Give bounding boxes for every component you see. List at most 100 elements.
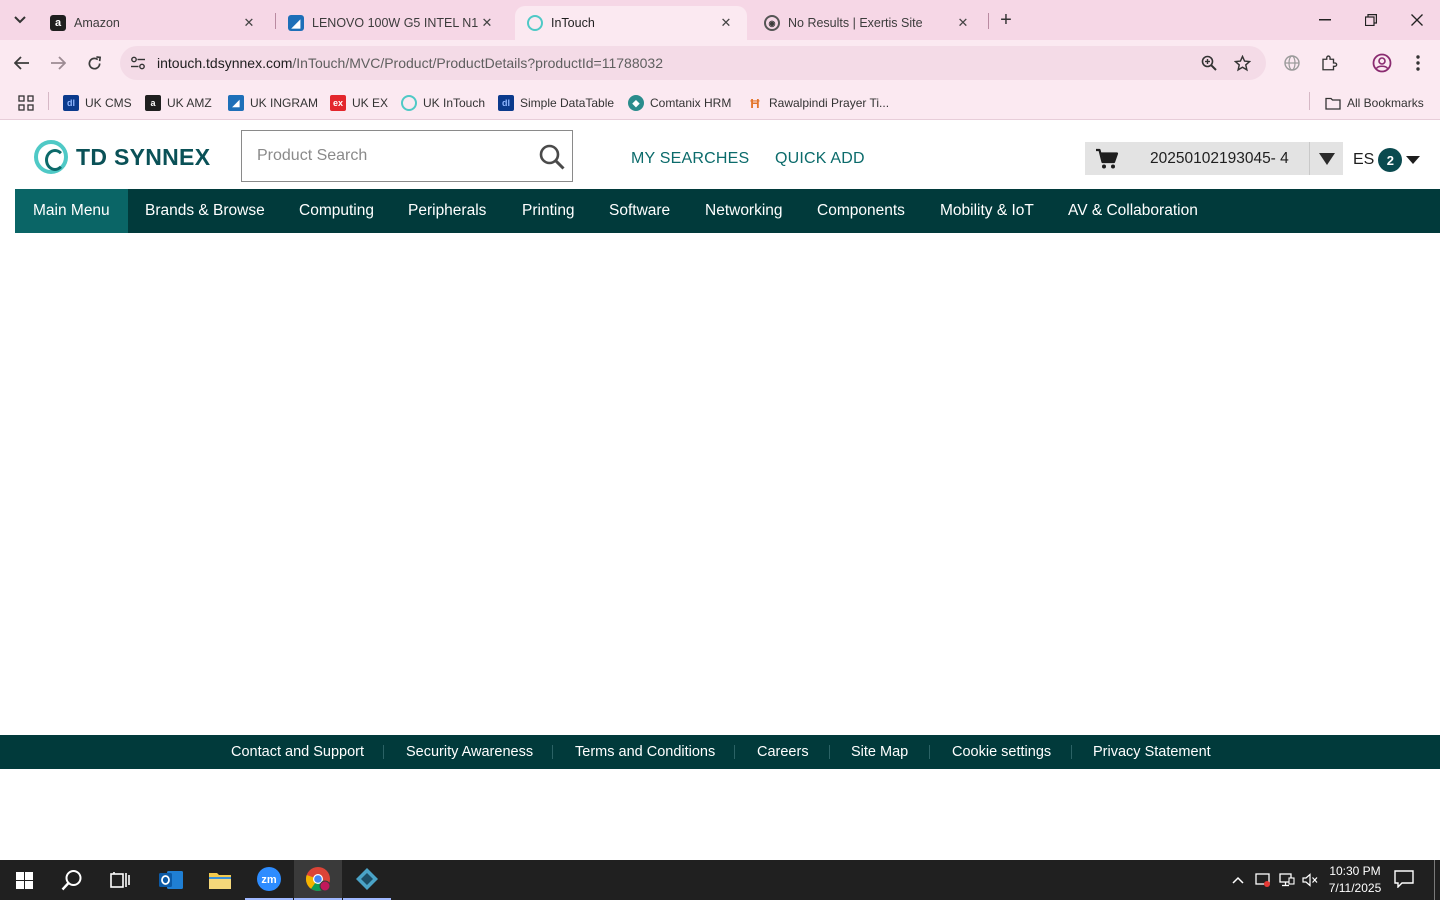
tab-title: LENOVO 100W G5 INTEL N150 <box>312 16 478 30</box>
new-tab-plus-icon[interactable]: + <box>994 8 1018 32</box>
product-search-input[interactable] <box>242 131 532 181</box>
notifications-icon[interactable] <box>1394 870 1420 890</box>
tab-amazon[interactable]: a Amazon ✕ <box>38 6 270 40</box>
bookmark-rawalpindi-prayer[interactable]: Ħ Rawalpindi Prayer Ti... <box>747 92 889 114</box>
footer-security-awareness[interactable]: Security Awareness <box>406 744 533 760</box>
show-desktop-button[interactable] <box>1434 860 1435 900</box>
zoom-icon[interactable] <box>1199 53 1219 73</box>
bookmark-uk-intouch[interactable]: UK InTouch <box>401 92 485 114</box>
footer-contact-support[interactable]: Contact and Support <box>231 744 364 760</box>
tab-search-chevron-icon[interactable] <box>6 6 34 34</box>
hrm-icon: ◆ <box>628 95 644 111</box>
tray-app-icon[interactable] <box>1255 872 1271 888</box>
file-explorer-icon[interactable] <box>196 860 244 900</box>
tab-lenovo[interactable]: ◢ LENOVO 100W G5 INTEL N150 ✕ <box>276 6 508 40</box>
amazon-icon: a <box>50 15 66 31</box>
browser-tab-strip: a Amazon ✕ ◢ LENOVO 100W G5 INTEL N150 ✕… <box>0 0 1440 40</box>
windows-start-icon[interactable] <box>0 860 48 900</box>
search-icon[interactable] <box>538 143 566 171</box>
tab-divider <box>988 13 989 29</box>
extensions-puzzle-icon[interactable] <box>1317 51 1341 75</box>
main-content-area <box>0 233 1440 735</box>
ingram-icon: ◢ <box>288 15 304 31</box>
bookmark-uk-amz[interactable]: a UK AMZ <box>145 92 212 114</box>
windows-taskbar: zm 10:30 PM 7/11/2025 <box>0 860 1440 900</box>
profile-avatar-icon[interactable] <box>1370 51 1394 75</box>
url-text[interactable]: intouch.tdsynnex.com/InTouch/MVC/Product… <box>157 55 663 71</box>
bookmark-simple-datatable[interactable]: dl Simple DataTable <box>498 92 614 114</box>
close-window-icon[interactable] <box>1394 0 1440 40</box>
bookmark-uk-ex[interactable]: ex UK EX <box>330 92 388 114</box>
shopping-cart-icon <box>1095 148 1119 170</box>
outlook-icon[interactable] <box>147 860 195 900</box>
chrome-icon[interactable] <box>294 860 342 900</box>
bookmark-star-icon[interactable] <box>1232 53 1252 73</box>
close-tab-icon[interactable]: ✕ <box>240 14 258 32</box>
footer-cookie-settings[interactable]: Cookie settings <box>952 744 1051 760</box>
nav-brands-browse[interactable]: Brands & Browse <box>145 189 265 233</box>
clock-time: 10:30 PM <box>1329 864 1381 878</box>
task-view-icon[interactable] <box>96 860 144 900</box>
footer-divider <box>383 745 384 759</box>
close-tab-icon[interactable]: ✕ <box>478 14 496 32</box>
close-tab-icon[interactable]: ✕ <box>954 14 972 32</box>
zoom-app-icon[interactable]: zm <box>245 860 293 900</box>
nav-networking[interactable]: Networking <box>705 189 783 233</box>
site-settings-icon[interactable] <box>128 53 148 73</box>
back-arrow-icon[interactable] <box>8 49 36 77</box>
footer-site-map[interactable]: Site Map <box>851 744 908 760</box>
notification-badge: 2 <box>1378 148 1403 172</box>
nav-computing[interactable]: Computing <box>299 189 374 233</box>
footer-divider <box>1071 745 1072 759</box>
cart-selector[interactable]: 20250102193045- 4 <box>1085 142 1343 175</box>
account-menu[interactable]: ES 2 <box>1353 148 1421 172</box>
show-hidden-icons-icon[interactable] <box>1230 872 1246 888</box>
nav-software[interactable]: Software <box>609 189 670 233</box>
forward-arrow-icon[interactable] <box>44 49 72 77</box>
url-host: intouch.tdsynnex.com <box>157 55 293 71</box>
amazon-icon: a <box>145 95 161 111</box>
bookmark-uk-ingram[interactable]: ◢ UK INGRAM <box>228 92 318 114</box>
apps-grid-icon[interactable] <box>18 92 34 114</box>
network-icon[interactable] <box>1279 872 1295 888</box>
cart-dropdown-caret-icon[interactable] <box>1309 142 1343 175</box>
footer-terms-conditions[interactable]: Terms and Conditions <box>575 744 715 760</box>
cart-reference: 20250102193045- 4 <box>1150 150 1289 167</box>
nav-main-menu[interactable]: Main Menu <box>15 189 128 233</box>
tab-intouch[interactable]: InTouch ✕ <box>515 6 747 40</box>
nav-av-collaboration[interactable]: AV & Collaboration <box>1068 189 1198 233</box>
taskbar-search-icon[interactable] <box>48 860 96 900</box>
address-bar[interactable]: intouch.tdsynnex.com/InTouch/MVC/Product… <box>120 46 1266 80</box>
nav-mobility-iot[interactable]: Mobility & IoT <box>940 189 1034 233</box>
my-searches-link[interactable]: MY SEARCHES <box>631 150 749 168</box>
extra-app-icon[interactable] <box>343 860 391 900</box>
footer-careers[interactable]: Careers <box>757 744 809 760</box>
bookmark-label: Comtanix HRM <box>650 96 732 110</box>
all-bookmarks-button[interactable]: All Bookmarks <box>1325 92 1424 114</box>
account-caret-icon <box>1406 156 1421 164</box>
bookmark-uk-cms[interactable]: dl UK CMS <box>63 92 132 114</box>
nav-printing[interactable]: Printing <box>522 189 575 233</box>
tab-exertis[interactable]: ◉ No Results | Exertis Site ✕ <box>752 6 984 40</box>
nav-components[interactable]: Components <box>817 189 905 233</box>
restore-icon[interactable] <box>1348 0 1394 40</box>
td-synnex-logo[interactable]: TD SYNNEX <box>34 139 210 175</box>
product-search-box <box>241 130 573 182</box>
all-bookmarks-label: All Bookmarks <box>1347 96 1424 110</box>
footer-divider <box>929 745 930 759</box>
taskbar-clock[interactable]: 10:30 PM 7/11/2025 <box>1322 863 1388 897</box>
nav-peripherals[interactable]: Peripherals <box>408 189 486 233</box>
browser-menu-icon[interactable] <box>1406 51 1430 75</box>
quick-add-link[interactable]: QUICK ADD <box>775 150 865 168</box>
logo-text: TD SYNNEX <box>76 143 211 170</box>
bookmark-comtanix-hrm[interactable]: ◆ Comtanix HRM <box>628 92 731 114</box>
reload-icon[interactable] <box>80 49 108 77</box>
globe-extension-icon[interactable] <box>1280 51 1304 75</box>
volume-muted-icon[interactable] <box>1302 872 1318 888</box>
close-tab-icon[interactable]: ✕ <box>717 14 735 32</box>
bookmark-label: UK EX <box>352 96 389 110</box>
url-path: /InTouch/MVC/Product/ProductDetails?prod… <box>292 55 663 71</box>
minimize-icon[interactable] <box>1302 0 1348 40</box>
bookmark-label: UK InTouch <box>423 96 486 110</box>
footer-privacy-statement[interactable]: Privacy Statement <box>1093 744 1211 760</box>
